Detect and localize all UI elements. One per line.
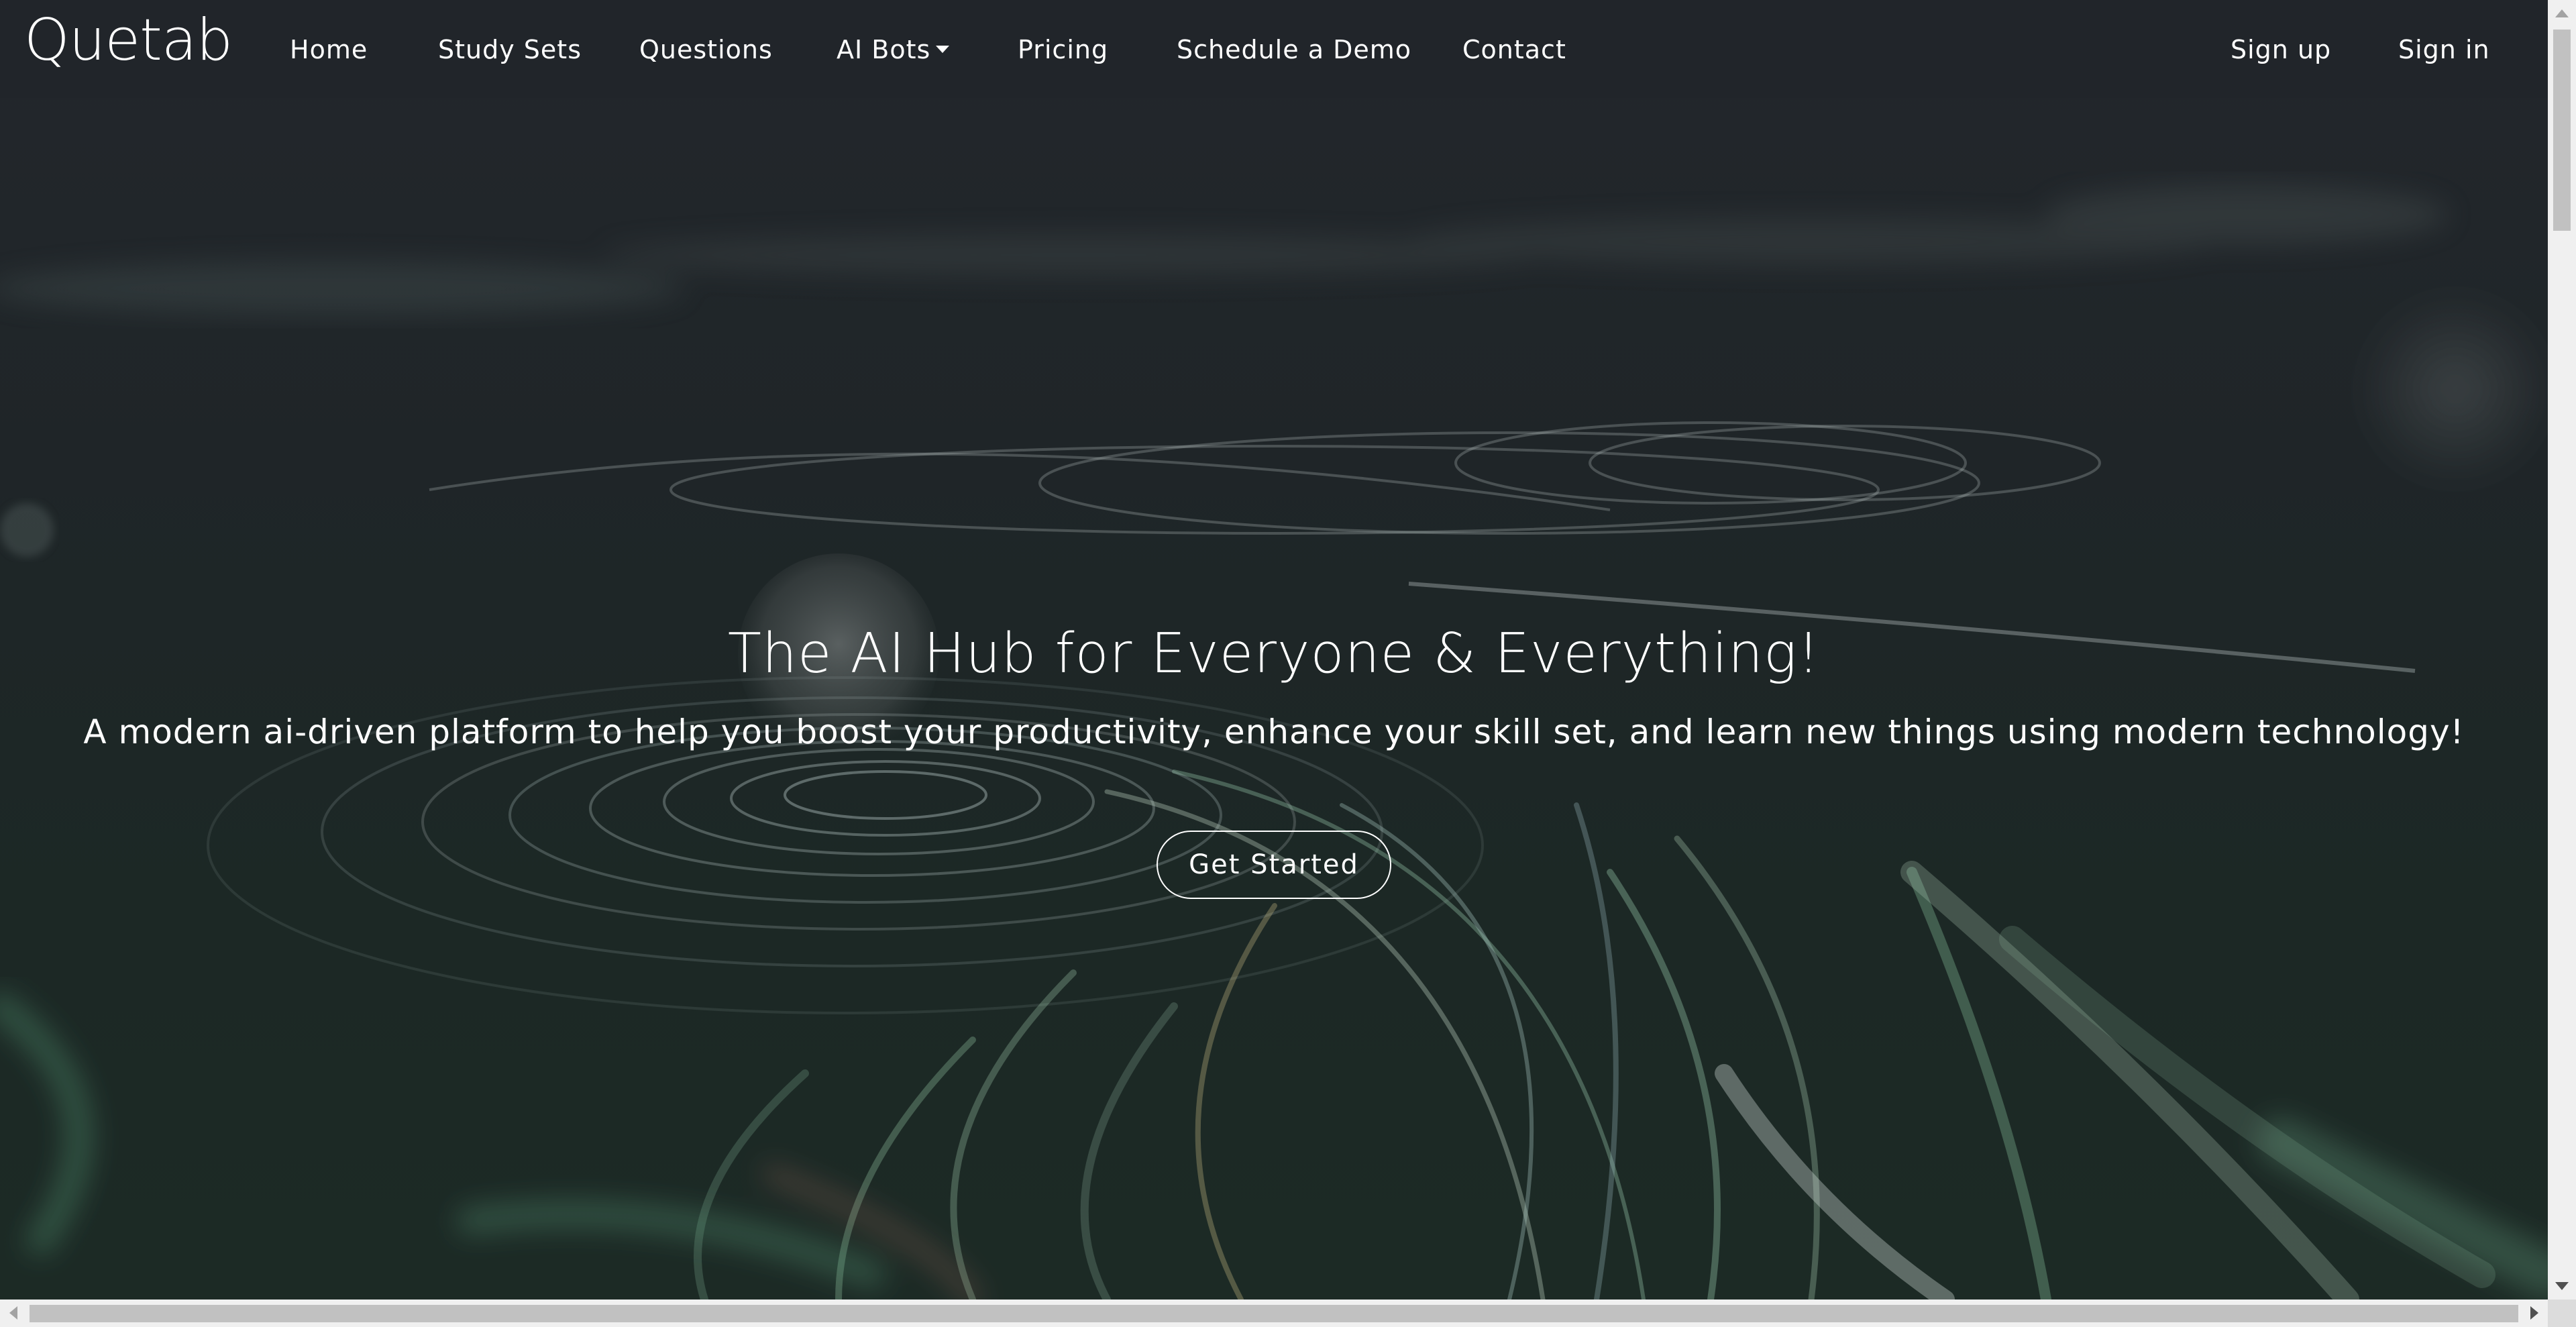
brand-logo[interactable]: Quetab [24,7,233,74]
caret-down-icon [936,46,950,53]
nav-pricing[interactable]: Pricing [1018,30,1108,70]
hero-title: The AI Hub for Everyone & Everything! [727,622,1821,686]
scroll-up-arrow-icon[interactable] [2555,9,2569,17]
vertical-scroll-thumb[interactable] [2553,30,2571,231]
top-navbar: Quetab Home Study Sets Questions AI Bots… [0,0,2548,98]
scroll-right-arrow-icon[interactable] [2530,1306,2538,1320]
vertical-scrollbar[interactable] [2548,0,2576,1299]
scroll-left-arrow-icon[interactable] [9,1306,17,1320]
sign-up-link[interactable]: Sign up [2231,30,2331,70]
nav-ai-bots-dropdown[interactable]: AI Bots [837,30,950,70]
nav-questions[interactable]: Questions [639,30,773,70]
nav-home[interactable]: Home [290,30,368,70]
scrollbar-corner [2548,1299,2576,1327]
horizontal-scroll-thumb[interactable] [30,1305,2518,1322]
page-viewport: Quetab Home Study Sets Questions AI Bots… [0,0,2548,1299]
get-started-button[interactable]: Get Started [1157,831,1391,899]
horizontal-scrollbar[interactable] [0,1299,2548,1327]
nav-study-sets[interactable]: Study Sets [438,30,582,70]
nav-contact[interactable]: Contact [1462,30,1566,70]
sign-in-link[interactable]: Sign in [2398,30,2490,70]
hero-subtitle: A modern ai-driven platform to help you … [83,712,2465,751]
scroll-down-arrow-icon[interactable] [2555,1282,2569,1290]
nav-schedule-demo[interactable]: Schedule a Demo [1177,30,1411,70]
nav-ai-bots-label: AI Bots [837,35,931,64]
